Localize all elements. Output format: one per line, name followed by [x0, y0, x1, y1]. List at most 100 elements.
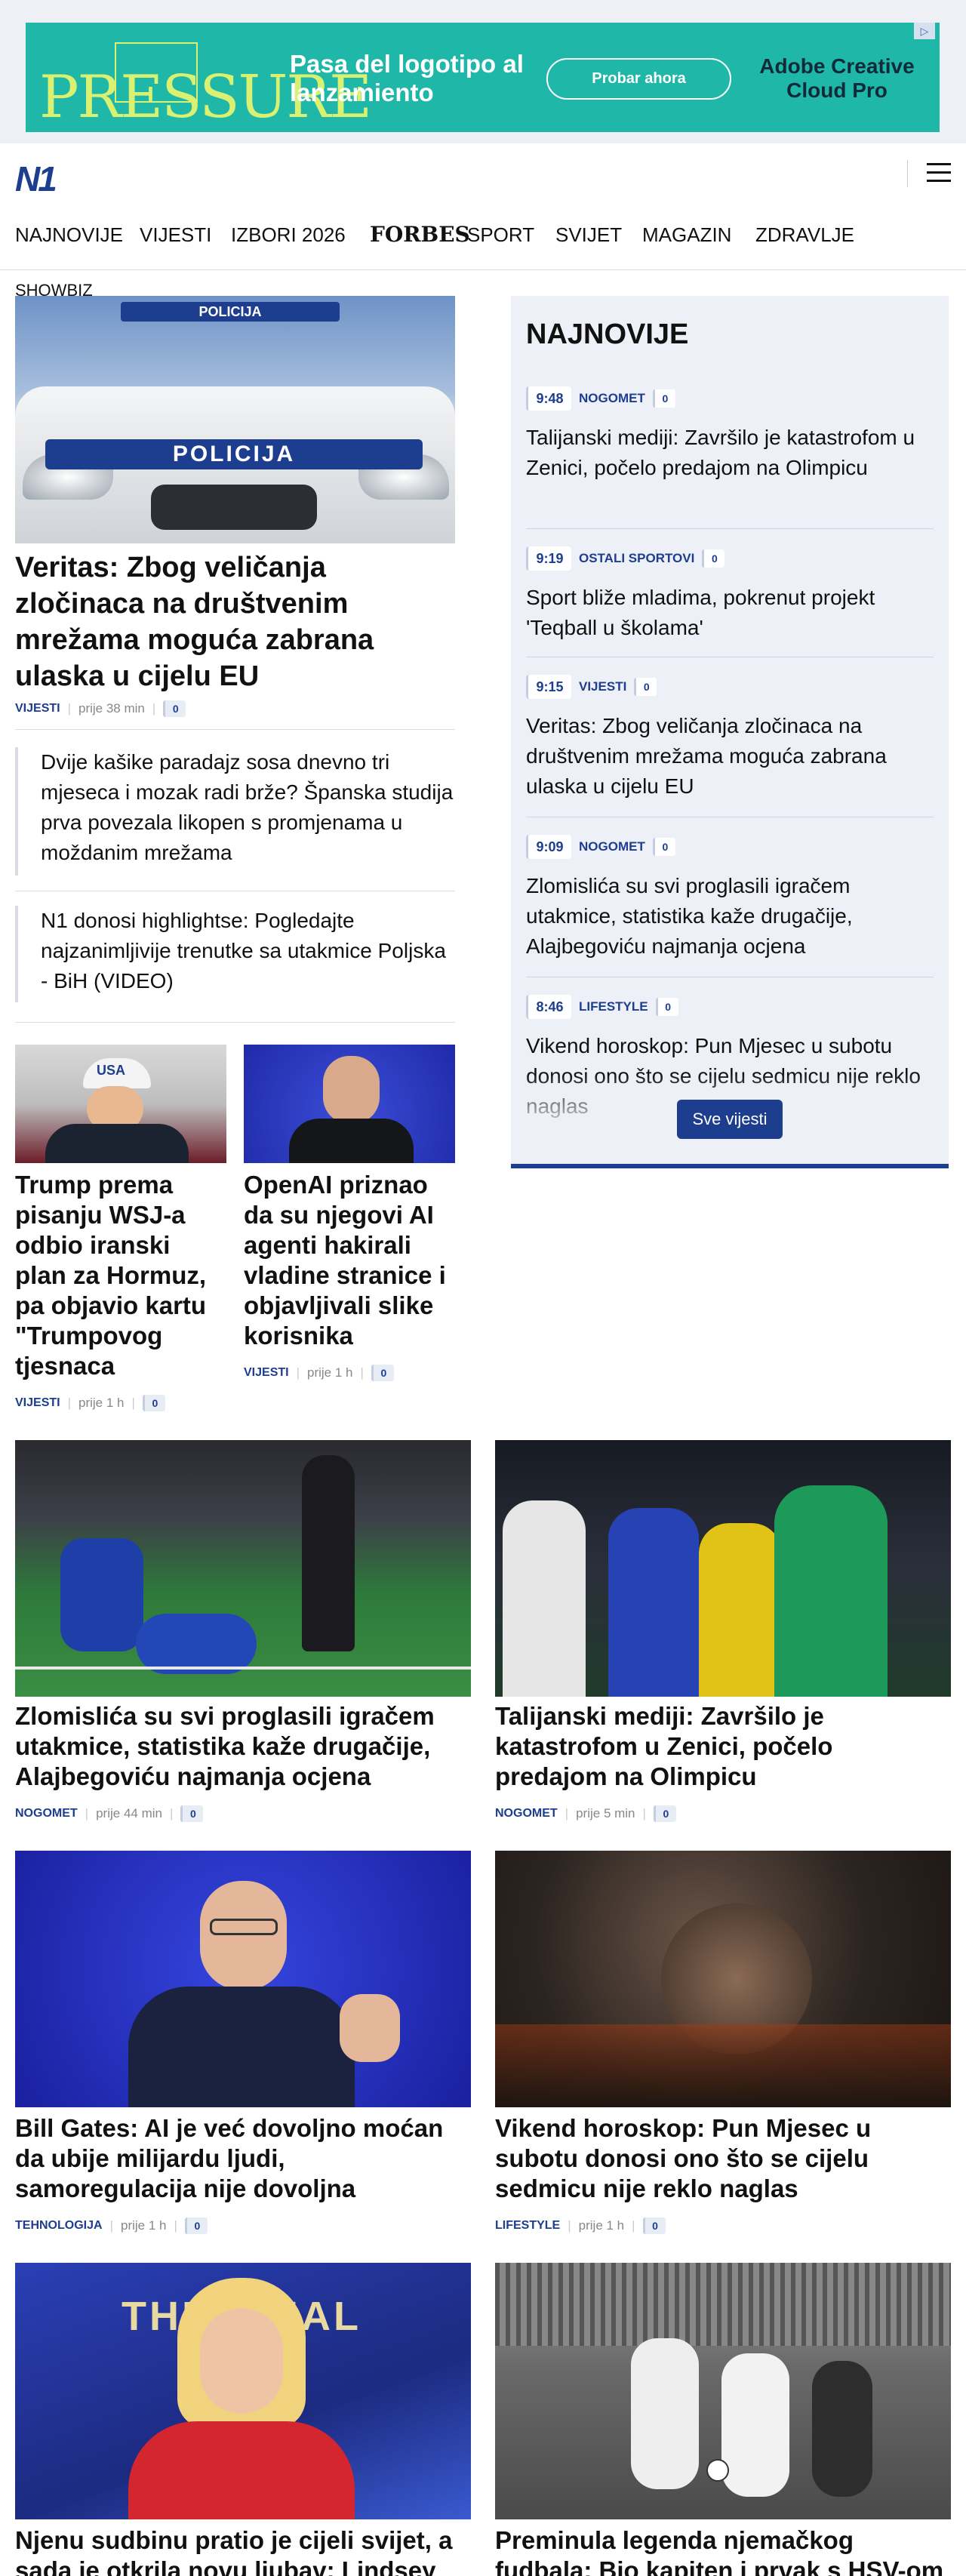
category-link[interactable]: NOGOMET	[15, 1807, 78, 1820]
car-grill	[151, 485, 317, 530]
card-meta-3: TEHNOLOGIJA | prije 1 h | 0	[15, 2217, 208, 2234]
card-title-5[interactable]: Njenu sudbinu pratio je cijeli svijet, a…	[15, 2525, 471, 2576]
card-image-2[interactable]	[495, 1440, 951, 1697]
category-link[interactable]: TEHNOLOGIJA	[15, 2219, 103, 2233]
time-label: prije 1 h	[578, 2218, 625, 2233]
comment-count[interactable]: 0	[653, 1805, 676, 1822]
widget-item-title[interactable]: Sport bliže mladima, pokrenut projekt 'T…	[526, 583, 934, 643]
meta-separator: |	[642, 1806, 646, 1820]
meta-separator: |	[85, 1806, 89, 1820]
face	[200, 1881, 287, 1990]
comment-count[interactable]: 0	[371, 1365, 394, 1381]
category-link[interactable]: NOGOMET	[495, 1807, 558, 1820]
nav-item-sport[interactable]: SPORT	[467, 223, 534, 247]
category-link[interactable]: NOGOMET	[579, 391, 645, 406]
category-link[interactable]: OSTALI SPORTOVI	[579, 551, 694, 566]
goalkeeper	[774, 1485, 888, 1697]
nav-item-zdravlje[interactable]: ZDRAVLJE	[755, 223, 854, 247]
widget-item-meta: 8:46 LIFESTYLE 0	[526, 995, 678, 1019]
nav-item-magazin[interactable]: MAGAZIN	[642, 223, 731, 247]
comment-count[interactable]: 0	[184, 2217, 208, 2234]
card-image-3[interactable]	[15, 1851, 471, 2107]
card-title-2[interactable]: Talijanski mediji: Završilo je katastrof…	[495, 1701, 951, 1792]
comment-count[interactable]: 0	[163, 700, 186, 717]
nav-item-izbori[interactable]: IZBORI 2026	[231, 223, 346, 247]
small-story-image-1[interactable]: USA	[15, 1045, 226, 1163]
face	[323, 1056, 380, 1124]
time-badge: 9:48	[526, 386, 571, 411]
comment-count[interactable]: 0	[655, 998, 678, 1016]
nav-item-showbiz[interactable]: SHOWBIZ	[15, 281, 93, 300]
comment-count[interactable]: 0	[702, 549, 725, 568]
small-story-title-1[interactable]: Trump prema pisanju WSJ-a odbio iranski …	[15, 1170, 226, 1381]
card-title-1[interactable]: Zlomislića su svi proglasili igračem uta…	[15, 1701, 471, 1792]
nav-item-najnovije[interactable]: NAJNOVIJE	[15, 223, 123, 247]
glasses	[210, 1919, 278, 1935]
time-badge: 8:46	[526, 995, 571, 1019]
category-link[interactable]: VIJESTI	[244, 1366, 289, 1380]
main-story-title[interactable]: Veritas: Zbog veličanja zločinaca na dru…	[15, 549, 455, 694]
card-image-4[interactable]	[495, 1851, 951, 2107]
divider	[526, 528, 934, 529]
widget-item-meta: 9:15 VIJESTI 0	[526, 675, 657, 699]
category-link[interactable]: NOGOMET	[579, 839, 645, 854]
nav-item-svijet[interactable]: SVIJET	[555, 223, 622, 247]
category-link[interactable]: VIJESTI	[15, 1396, 60, 1410]
car-stripe: POLICIJA	[45, 439, 423, 469]
category-link[interactable]: VIJESTI	[579, 679, 626, 694]
meta-separator: |	[152, 701, 156, 716]
ad-info-icon[interactable]: ▷	[914, 23, 935, 39]
card-image-5[interactable]: THE FINAL	[15, 2263, 471, 2519]
sub-story-1[interactable]: Dvije kašike paradajz sosa dnevno tri mj…	[15, 747, 455, 876]
card-title-6[interactable]: Preminula legenda njemačkog fudbala: Bio…	[495, 2525, 951, 2576]
main-story-image[interactable]: POLICIJA POLICIJA	[15, 296, 455, 543]
site-logo[interactable]: N1	[15, 158, 57, 199]
nav-item-vijesti[interactable]: VIJESTI	[140, 223, 211, 247]
nav-item-forbes[interactable]: Forbes	[370, 222, 470, 247]
comment-count[interactable]: 0	[652, 389, 675, 408]
hamburger-menu-icon[interactable]	[927, 163, 951, 184]
ad-banner[interactable]: PRESSURE Pasa del logotipo al lanzamient…	[26, 23, 940, 132]
time-label: prije 44 min	[96, 1806, 162, 1820]
small-story-meta-1: VIJESTI | prije 1 h | 0	[15, 1395, 165, 1411]
meta-separator: |	[67, 1396, 71, 1410]
small-story-title-2[interactable]: OpenAI priznao da su njegovi AI agenti h…	[244, 1170, 455, 1351]
widget-item-meta: 9:09 NOGOMET 0	[526, 835, 675, 859]
widget-item-meta: 9:19 OSTALI SPORTOVI 0	[526, 546, 725, 571]
small-story-image-2[interactable]	[244, 1045, 455, 1163]
card-image-1[interactable]	[15, 1440, 471, 1697]
ad-brand: Adobe Creative Cloud Pro	[759, 54, 915, 102]
header-divider	[907, 160, 908, 187]
comment-count[interactable]: 0	[652, 838, 675, 856]
sub-story-2[interactable]: N1 donosi highlightse: Pogledajte najzan…	[15, 906, 455, 1002]
crowd	[495, 2263, 951, 2346]
category-link[interactable]: LIFESTYLE	[495, 2219, 560, 2233]
player-white	[631, 2338, 699, 2489]
site-header: N1	[0, 143, 966, 204]
card-title-4[interactable]: Vikend horoskop: Pun Mjesec u subotu don…	[495, 2113, 951, 2204]
cap-text: USA	[97, 1063, 126, 1078]
meta-separator: |	[131, 1396, 135, 1410]
widget-item-title[interactable]: Veritas: Zbog veličanja zločinaca na dru…	[526, 711, 934, 802]
comment-count[interactable]: 0	[180, 1805, 204, 1822]
category-link[interactable]: VIJESTI	[15, 702, 60, 716]
comment-count[interactable]: 0	[142, 1395, 165, 1411]
suit	[45, 1124, 189, 1163]
player-white	[503, 1500, 586, 1697]
ad-cta-button[interactable]: Probar ahora	[546, 58, 731, 100]
widget-item-title[interactable]: Zlomislića su svi proglasili igračem uta…	[526, 871, 934, 962]
divider	[15, 1022, 455, 1023]
category-link[interactable]: LIFESTYLE	[579, 999, 648, 1014]
suit	[128, 1987, 355, 2107]
card-title-3[interactable]: Bill Gates: AI je već dovoljno moćan da …	[15, 2113, 471, 2204]
player-coach	[302, 1455, 355, 1651]
main-story-meta: VIJESTI | prije 38 min | 0	[15, 700, 186, 717]
ad-headline: Pasa del logotipo al lanzamiento	[290, 50, 524, 106]
comment-count[interactable]: 0	[642, 2217, 666, 2234]
card-image-6[interactable]	[495, 2263, 951, 2519]
widget-item-title[interactable]: Talijanski mediji: Završilo je katastrof…	[526, 423, 934, 483]
comment-count[interactable]: 0	[634, 678, 657, 696]
time-badge: 9:19	[526, 546, 571, 571]
all-news-button[interactable]: Sve vijesti	[677, 1100, 783, 1139]
meta-separator: |	[568, 2218, 571, 2233]
